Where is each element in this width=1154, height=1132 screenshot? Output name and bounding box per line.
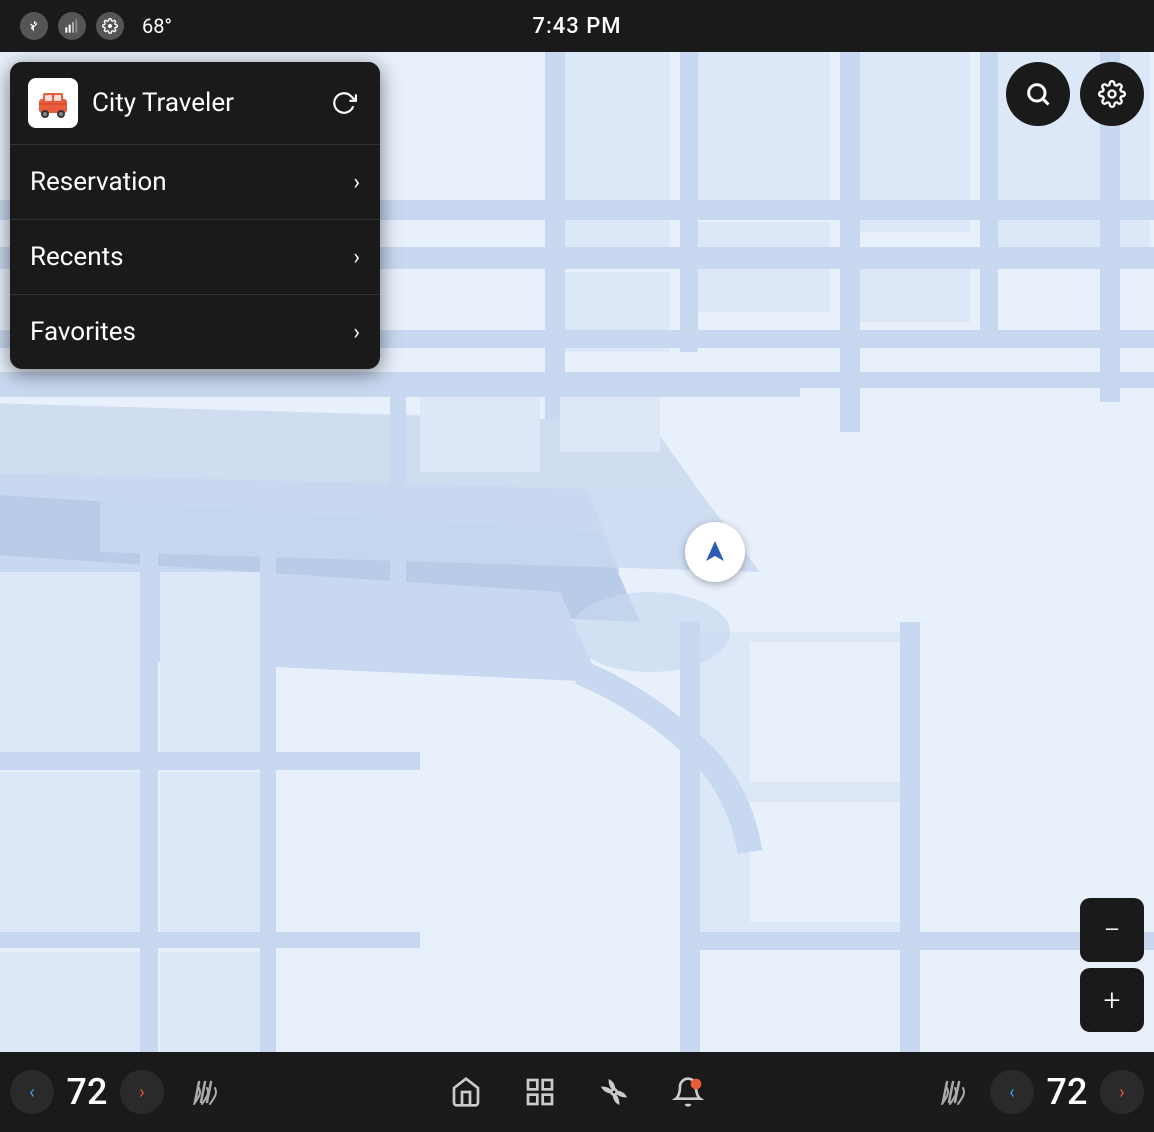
right-heat-fan-icon	[933, 1074, 969, 1110]
right-temp-controls: ‹ 72 ›	[916, 1065, 1144, 1119]
refresh-button[interactable]	[326, 85, 362, 121]
car-icon	[35, 85, 71, 121]
menu-item-favorites[interactable]: Favorites ›	[10, 295, 380, 369]
recents-chevron-icon: ›	[353, 245, 360, 270]
bottom-bar: ‹ 72 ›	[0, 1052, 1154, 1132]
notification-button[interactable]	[661, 1065, 715, 1119]
center-nav	[439, 1065, 715, 1119]
left-temp-controls: ‹ 72 ›	[10, 1065, 238, 1119]
grid-button[interactable]	[513, 1065, 567, 1119]
app-title: City Traveler	[92, 88, 312, 118]
left-temp-decrease-button[interactable]: ‹	[10, 1070, 54, 1114]
signal-icon	[58, 12, 86, 40]
settings-status-icon	[96, 12, 124, 40]
left-fan-icon[interactable]	[176, 1065, 230, 1119]
map-area: City Traveler Reservation › Recents › Fa…	[0, 52, 1154, 1052]
search-button[interactable]	[1006, 62, 1070, 126]
zoom-controls: − +	[1080, 898, 1144, 1032]
top-right-buttons	[1006, 62, 1144, 126]
location-marker	[685, 522, 745, 582]
app-menu: City Traveler Reservation › Recents › Fa…	[10, 62, 380, 369]
right-temp-decrease-button[interactable]: ‹	[990, 1070, 1034, 1114]
fan-button[interactable]	[587, 1065, 641, 1119]
settings-button[interactable]	[1080, 62, 1144, 126]
reservation-chevron-icon: ›	[353, 170, 360, 195]
status-time: 7:43 PM	[532, 14, 621, 39]
left-temp-increase-button[interactable]: ›	[120, 1070, 164, 1114]
status-left: 68°	[20, 12, 172, 40]
reservation-label: Reservation	[30, 167, 167, 197]
menu-item-reservation[interactable]: Reservation ›	[10, 145, 380, 220]
favorites-chevron-icon: ›	[353, 320, 360, 345]
right-temperature-display: 72	[1042, 1071, 1092, 1113]
bluetooth-icon	[20, 12, 48, 40]
heat-icon	[185, 1074, 221, 1110]
zoom-out-button[interactable]: −	[1080, 898, 1144, 962]
app-icon-wrapper	[28, 78, 78, 128]
recents-label: Recents	[30, 242, 124, 272]
right-temp-increase-button[interactable]: ›	[1100, 1070, 1144, 1114]
zoom-in-button[interactable]: +	[1080, 968, 1144, 1032]
status-bar: 68° 7:43 PM	[0, 0, 1154, 52]
left-temperature-display: 72	[62, 1071, 112, 1113]
right-heat-icon[interactable]	[924, 1065, 978, 1119]
favorites-label: Favorites	[30, 317, 136, 347]
home-button[interactable]	[439, 1065, 493, 1119]
app-header: City Traveler	[10, 62, 380, 144]
navigation-arrow-icon	[698, 535, 732, 569]
status-temperature: 68°	[142, 14, 172, 38]
menu-item-recents[interactable]: Recents ›	[10, 220, 380, 295]
